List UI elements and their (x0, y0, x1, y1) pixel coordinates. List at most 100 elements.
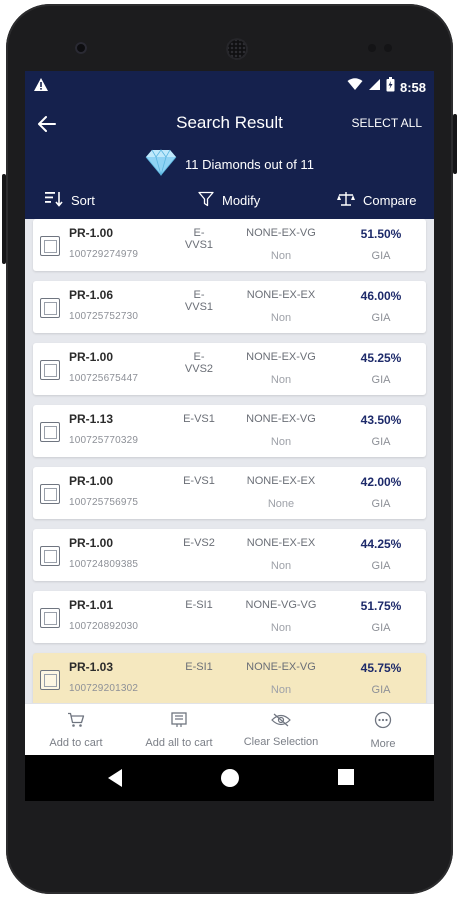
fluorescence: Non (270, 684, 292, 696)
cut-polish-symmetry: NONE-EX-VG (246, 351, 316, 363)
sort-button[interactable]: Sort (45, 187, 95, 213)
lab: GIA (371, 250, 391, 262)
shape-carat: PR-1.00 (69, 226, 114, 240)
result-row[interactable]: PR-1.00 100725756975 E-VS1 NONE-EX-EX No… (33, 467, 426, 519)
more-button[interactable]: More (340, 704, 426, 756)
shape-carat: PR-1.00 (69, 350, 114, 364)
toolbar: Sort Modify Compare (25, 187, 434, 213)
lab: GIA (371, 312, 391, 324)
nav-home-icon[interactable] (219, 767, 241, 794)
battery-icon (386, 77, 395, 97)
stock-number: 100729201302 (69, 683, 139, 694)
result-row[interactable]: PR-1.01 100720892030 E-SI1 NONE-VG-VG No… (33, 591, 426, 643)
clear-selection-button[interactable]: Clear Selection (231, 704, 331, 756)
discount: 43.50% (360, 413, 402, 427)
lab: GIA (371, 436, 391, 448)
color-clarity: E-SI1 (185, 599, 213, 611)
cut-polish-symmetry: NONE-VG-VG (245, 599, 317, 611)
color-clarity: E-VVS2 (184, 351, 214, 375)
modify-button[interactable]: Modify (198, 187, 260, 213)
system-nav-bar (25, 755, 434, 801)
status-time: 8:58 (399, 79, 426, 95)
add-to-cart-button[interactable]: Add to cart (33, 704, 119, 756)
result-row[interactable]: PR-1.13 100725770329 E-VS1 NONE-EX-VG No… (33, 405, 426, 457)
warning-icon (33, 77, 49, 97)
row-checkbox[interactable] (40, 484, 60, 504)
lab: GIA (371, 684, 391, 696)
status-icons: 8:58 (347, 77, 426, 97)
row-checkbox[interactable] (40, 546, 60, 566)
result-row[interactable]: PR-1.00 100725675447 E-VVS2 NONE-EX-VG N… (33, 343, 426, 395)
fluorescence: Non (270, 560, 292, 572)
scale-icon (337, 191, 355, 210)
filter-icon (198, 191, 214, 210)
shape-carat: PR-1.03 (69, 660, 114, 674)
color-clarity: E-VS2 (183, 537, 215, 549)
stock-number: 100724809385 (69, 559, 139, 570)
cart-list-icon (170, 711, 188, 733)
color-clarity: E-VVS1 (184, 227, 214, 251)
sensor (384, 44, 392, 52)
nav-recents-icon[interactable] (336, 767, 356, 792)
lab: GIA (371, 622, 391, 634)
add-all-to-cart-button[interactable]: Add all to cart (129, 704, 229, 756)
speaker-grille (226, 38, 248, 60)
compare-button[interactable]: Compare (337, 187, 416, 213)
action-bar: Add to cart Add all to cart Clear Select… (25, 703, 434, 755)
app-header: 8:58 Search Result SELECT ALL 11 Diamond… (25, 71, 434, 219)
result-row[interactable]: PR-1.06 100725752730 E-VVS1 NONE-EX-EX N… (33, 281, 426, 333)
shape-carat: PR-1.00 (69, 536, 114, 550)
result-row[interactable]: PR-1.00 100729274979 E-VVS1 NONE-EX-VG N… (33, 219, 426, 271)
clear-eye-icon (271, 713, 291, 732)
stock-number: 100720892030 (69, 621, 139, 632)
more-label: More (370, 737, 396, 750)
signal-icon (368, 78, 381, 96)
discount: 51.50% (360, 227, 402, 241)
row-checkbox[interactable] (40, 422, 60, 442)
result-row-selected[interactable]: PR-1.03 100729201302 E-SI1 NONE-EX-VG No… (33, 653, 426, 703)
result-row[interactable]: PR-1.00 100724809385 E-VS2 NONE-EX-EX No… (33, 529, 426, 581)
modify-label: Modify (222, 192, 261, 208)
stock-number: 100725675447 (69, 373, 139, 384)
color-clarity: E-VVS1 (184, 289, 214, 313)
add-all-to-cart-label: Add all to cart (145, 736, 213, 749)
cut-polish-symmetry: NONE-EX-EX (246, 475, 316, 487)
fluorescence: None (267, 498, 295, 510)
row-checkbox[interactable] (40, 608, 60, 628)
discount: 42.00% (360, 475, 402, 489)
cut-polish-symmetry: NONE-EX-EX (246, 289, 316, 301)
clear-selection-label: Clear Selection (243, 735, 319, 748)
result-list[interactable]: PR-1.00 100729274979 E-VVS1 NONE-EX-VG N… (25, 219, 434, 703)
stock-number: 100725756975 (69, 497, 139, 508)
shape-carat: PR-1.00 (69, 474, 114, 488)
cut-polish-symmetry: NONE-EX-VG (246, 413, 316, 425)
discount: 45.25% (360, 351, 402, 365)
select-all-button[interactable]: SELECT ALL (352, 116, 423, 130)
cut-polish-symmetry: NONE-EX-VG (246, 661, 316, 673)
lab: GIA (371, 374, 391, 386)
fluorescence: Non (270, 250, 292, 262)
discount: 51.75% (360, 599, 402, 613)
result-count: 11 Diamonds out of 11 (25, 147, 434, 181)
color-clarity: E-VS1 (183, 475, 215, 487)
compare-label: Compare (363, 192, 417, 208)
front-camera (75, 42, 87, 54)
row-checkbox[interactable] (40, 360, 60, 380)
row-checkbox[interactable] (40, 236, 60, 256)
color-clarity: E-SI1 (185, 661, 213, 673)
sort-icon (45, 191, 63, 210)
discount: 45.75% (360, 661, 402, 675)
diamond-icon (145, 148, 177, 181)
add-to-cart-label: Add to cart (49, 736, 103, 749)
color-clarity: E-VS1 (183, 413, 215, 425)
stock-number: 100725770329 (69, 435, 139, 446)
nav-back-icon[interactable] (105, 767, 125, 794)
row-checkbox[interactable] (40, 670, 60, 690)
sensor (368, 44, 376, 52)
discount: 44.25% (360, 537, 402, 551)
lab: GIA (371, 560, 391, 572)
volume-button (2, 174, 6, 264)
row-checkbox[interactable] (40, 298, 60, 318)
cut-polish-symmetry: NONE-EX-VG (246, 227, 316, 239)
fluorescence: Non (270, 374, 292, 386)
